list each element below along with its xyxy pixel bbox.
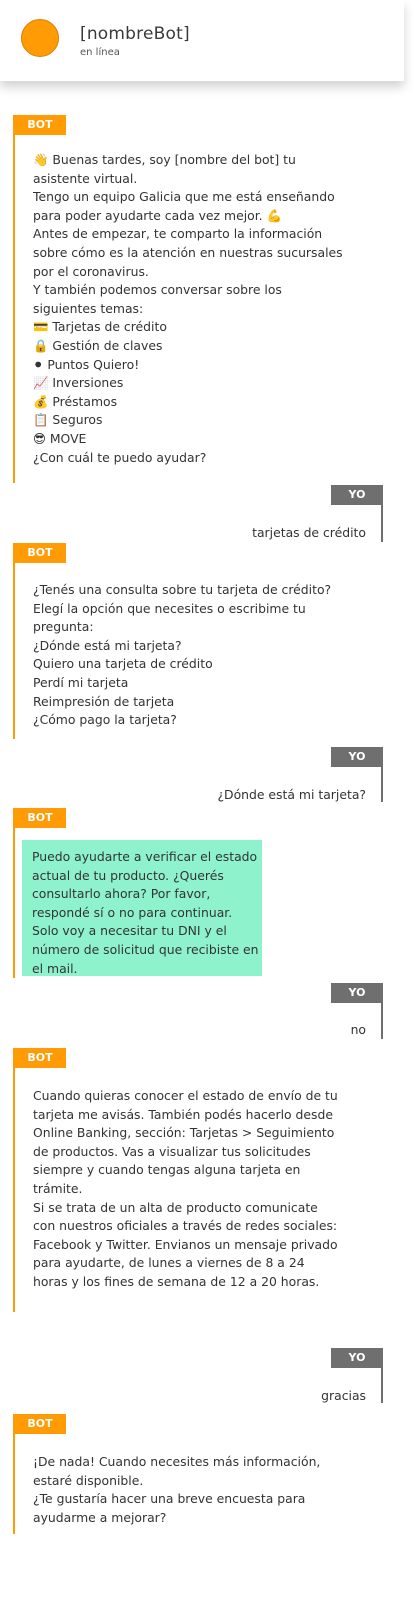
- bot-tag: BOT: [14, 1048, 66, 1068]
- user-tag: YO: [331, 983, 383, 1003]
- user-tag: YO: [331, 485, 383, 505]
- bot-message-line: [13, 1414, 15, 1534]
- user-message-4: gracias: [321, 1388, 366, 1403]
- user-message-1: tarjetas de crédito: [252, 525, 366, 540]
- bot-message-line: [13, 543, 15, 739]
- bot-message-line: [13, 808, 15, 978]
- user-tag: YO: [331, 747, 383, 767]
- user-message-line: [381, 1348, 383, 1403]
- user-message-2: ¿Dónde está mi tarjeta?: [217, 787, 366, 802]
- bot-tag: BOT: [14, 1414, 66, 1434]
- bot-status: en línea: [80, 47, 120, 58]
- bot-message-2: ¿Tenés una consulta sobre tu tarjeta de …: [33, 582, 332, 728]
- user-message-3: no: [350, 1022, 366, 1037]
- bot-message-line: [13, 115, 15, 483]
- bot-message-1: 👋 Buenas tardes, soy [nombre del bot] tu…: [33, 152, 343, 465]
- chat-header: [nombreBot] en línea: [0, 0, 404, 81]
- bot-tag: BOT: [14, 543, 66, 563]
- bot-message-5: ¡De nada! Cuando necesites más informaci…: [33, 1454, 321, 1525]
- bot-tag: BOT: [14, 115, 66, 135]
- user-message-line: [381, 747, 383, 802]
- bot-message-4: Cuando quieras conocer el estado de enví…: [33, 1088, 338, 1289]
- user-message-line: [381, 485, 383, 542]
- bot-tag: BOT: [14, 808, 66, 828]
- bot-name: [nombreBot]: [80, 24, 190, 44]
- highlighted-bot-bubble: Puedo ayudarte a verificar el estado act…: [22, 840, 262, 976]
- user-message-line: [381, 983, 383, 1039]
- bot-message-line: [13, 1048, 15, 1312]
- user-tag: YO: [331, 1348, 383, 1368]
- bot-avatar: [21, 19, 59, 57]
- bot-message-3: Puedo ayudarte a verificar el estado act…: [32, 849, 259, 976]
